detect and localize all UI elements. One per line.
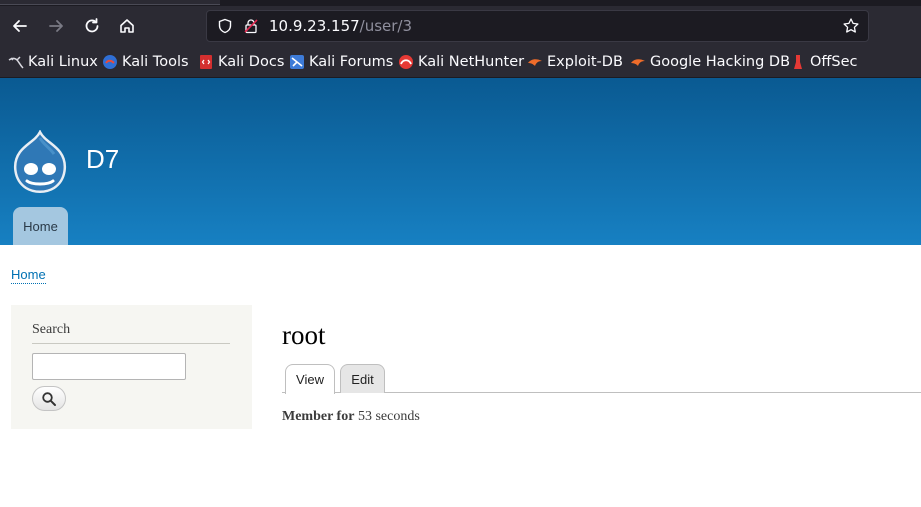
insecure-lock-icon[interactable] — [243, 18, 259, 34]
kali-docs-icon — [198, 54, 214, 70]
reload-button[interactable] — [78, 12, 106, 40]
site-header: D7 Home — [0, 78, 921, 245]
kali-tools-icon — [102, 54, 118, 70]
search-button[interactable] — [32, 386, 66, 411]
tab-edit[interactable]: Edit — [340, 364, 385, 393]
shield-icon[interactable] — [217, 18, 233, 34]
bookmark-exploit-db[interactable]: Exploit-DB — [527, 52, 623, 72]
bookmark-label: Kali Tools — [122, 54, 189, 70]
url-path: /user/3 — [359, 17, 413, 35]
browser-toolbar: 10.9.23.157/user/3 — [0, 6, 921, 46]
url-text[interactable]: 10.9.23.157/user/3 — [269, 17, 412, 35]
home-button[interactable] — [113, 12, 141, 40]
breadcrumb-home-link[interactable]: Home — [11, 267, 46, 284]
bookmark-kali-nethunter[interactable]: Kali NetHunter — [398, 52, 524, 72]
bookmark-label: Kali Linux — [28, 54, 98, 70]
bookmark-kali-forums[interactable]: Kali Forums — [289, 52, 393, 72]
member-for-field: Member for 53 seconds — [282, 409, 420, 425]
address-bar[interactable]: 10.9.23.157/user/3 — [206, 10, 869, 42]
url-host: 10.9.23.157 — [269, 17, 360, 35]
search-input[interactable] — [32, 353, 186, 380]
arrow-left-icon — [13, 20, 27, 32]
bookmark-offsec[interactable]: OffSec — [790, 52, 858, 72]
main-menu-home-tab[interactable]: Home — [13, 207, 68, 245]
bookmark-label: Kali Docs — [218, 54, 285, 70]
bookmark-kali-linux[interactable]: Kali Linux — [8, 52, 98, 72]
kali-forums-icon — [289, 54, 305, 70]
back-button[interactable] — [6, 12, 34, 40]
ghdb-icon — [630, 54, 646, 70]
divider — [32, 343, 230, 344]
search-block-title: Search — [32, 322, 71, 337]
bookmarks-toolbar: Kali Linux Kali Tools Kali Docs Kali For… — [0, 46, 921, 78]
forward-button[interactable] — [42, 12, 70, 40]
bookmark-label: Exploit-DB — [547, 54, 623, 70]
reload-icon — [85, 18, 99, 33]
member-for-label: Member for — [282, 409, 355, 424]
exploit-db-icon — [527, 54, 543, 70]
drupal-logo-icon[interactable] — [10, 129, 70, 194]
bookmark-label: OffSec — [810, 54, 858, 70]
site-name[interactable]: D7 — [86, 144, 119, 175]
kali-dragon-icon — [8, 54, 24, 70]
bookmark-kali-tools[interactable]: Kali Tools — [102, 52, 189, 72]
page-title: root — [282, 320, 326, 350]
star-icon[interactable] — [842, 17, 860, 35]
sidebar-search-block: Search — [11, 305, 252, 429]
member-for-value: 53 seconds — [357, 409, 420, 424]
offsec-icon — [790, 54, 806, 70]
bookmark-label: Google Hacking DB — [650, 54, 791, 70]
bookmark-label: Kali NetHunter — [418, 54, 525, 70]
nethunter-icon — [398, 54, 414, 70]
bookmark-kali-docs[interactable]: Kali Docs — [198, 52, 284, 72]
home-icon — [120, 19, 134, 33]
active-tab-edge — [0, 0, 220, 5]
arrow-right-icon — [49, 20, 63, 32]
search-icon — [42, 391, 56, 406]
bookmark-google-hacking-db[interactable]: Google Hacking DB — [630, 52, 790, 72]
tab-view[interactable]: View — [285, 364, 335, 394]
bookmark-label: Kali Forums — [309, 54, 394, 70]
